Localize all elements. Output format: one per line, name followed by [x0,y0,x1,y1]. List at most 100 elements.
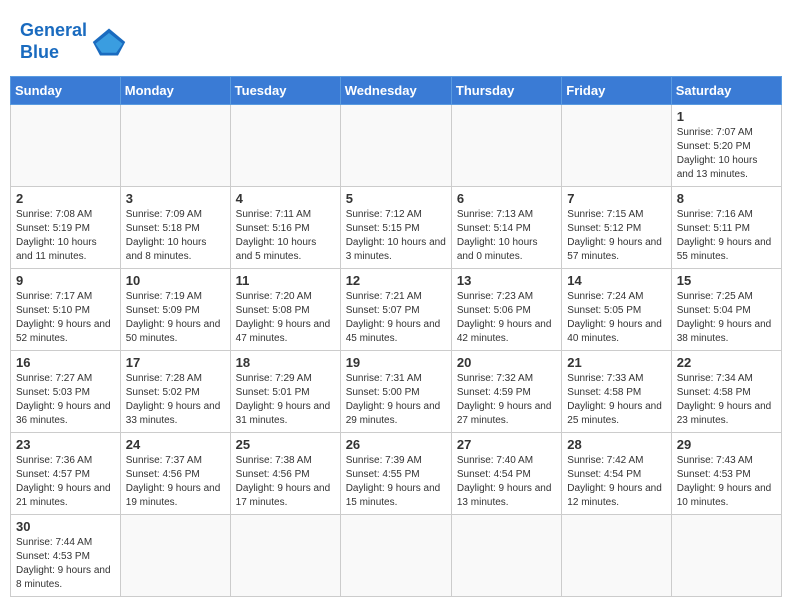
weekday-header-friday: Friday [562,77,671,105]
day-info: Sunrise: 7:12 AM Sunset: 5:15 PM Dayligh… [346,208,446,264]
calendar-cell: 11 Sunrise: 7:20 AM Sunset: 5:08 PM Dayli… [230,269,340,351]
day-info: Sunrise: 7:39 AM Sunset: 4:55 PM Dayligh… [346,454,446,510]
day-info: Sunrise: 7:38 AM Sunset: 4:56 PM Dayligh… [236,454,335,510]
logo-general: General [20,20,87,40]
day-info: Sunrise: 7:20 AM Sunset: 5:08 PM Dayligh… [236,290,335,346]
calendar-week-4: 16 Sunrise: 7:27 AM Sunset: 5:03 PM Dayli… [11,351,782,433]
calendar-week-2: 2 Sunrise: 7:08 AM Sunset: 5:19 PM Daylig… [11,187,782,269]
day-info: Sunrise: 7:43 AM Sunset: 4:53 PM Dayligh… [677,454,776,510]
day-number: 27 [457,437,556,452]
day-info: Sunrise: 7:27 AM Sunset: 5:03 PM Dayligh… [16,372,115,428]
day-number: 2 [16,191,115,206]
weekday-header-saturday: Saturday [671,77,781,105]
day-info: Sunrise: 7:19 AM Sunset: 5:09 PM Dayligh… [126,290,225,346]
calendar-cell: 25 Sunrise: 7:38 AM Sunset: 4:56 PM Dayli… [230,433,340,515]
day-number: 8 [677,191,776,206]
day-info: Sunrise: 7:37 AM Sunset: 4:56 PM Dayligh… [126,454,225,510]
day-info: Sunrise: 7:09 AM Sunset: 5:18 PM Dayligh… [126,208,225,264]
day-number: 29 [677,437,776,452]
day-number: 4 [236,191,335,206]
day-info: Sunrise: 7:42 AM Sunset: 4:54 PM Dayligh… [567,454,665,510]
day-info: Sunrise: 7:08 AM Sunset: 5:19 PM Dayligh… [16,208,115,264]
calendar-cell: 3 Sunrise: 7:09 AM Sunset: 5:18 PM Daylig… [120,187,230,269]
day-number: 14 [567,273,665,288]
day-number: 19 [346,355,446,370]
day-info: Sunrise: 7:36 AM Sunset: 4:57 PM Dayligh… [16,454,115,510]
weekday-header-monday: Monday [120,77,230,105]
day-number: 6 [457,191,556,206]
day-number: 15 [677,273,776,288]
calendar-cell: 17Sunrise: 7:28 AM Sunset: 5:02 PM Dayli… [120,351,230,433]
calendar-cell [671,515,781,597]
day-number: 5 [346,191,446,206]
logo-text: General Blue [20,20,87,63]
day-number: 7 [567,191,665,206]
day-number: 24 [126,437,225,452]
calendar-cell: 29 Sunrise: 7:43 AM Sunset: 4:53 PM Dayli… [671,433,781,515]
day-info: Sunrise: 7:32 AM Sunset: 4:59 PM Dayligh… [457,372,556,428]
calendar-cell: 9Sunrise: 7:17 AM Sunset: 5:10 PM Daylig… [11,269,121,351]
day-info: Sunrise: 7:15 AM Sunset: 5:12 PM Dayligh… [567,208,665,264]
calendar-week-6: 30 Sunrise: 7:44 AM Sunset: 4:53 PM Dayli… [11,515,782,597]
calendar-cell [562,515,671,597]
calendar-week-5: 23 Sunrise: 7:36 AM Sunset: 4:57 PM Dayli… [11,433,782,515]
calendar-cell: 22Sunrise: 7:34 AM Sunset: 4:58 PM Dayli… [671,351,781,433]
day-info: Sunrise: 7:24 AM Sunset: 5:05 PM Dayligh… [567,290,665,346]
day-number: 28 [567,437,665,452]
day-info: Sunrise: 7:29 AM Sunset: 5:01 PM Dayligh… [236,372,335,428]
calendar-cell: 16 Sunrise: 7:27 AM Sunset: 5:03 PM Dayli… [11,351,121,433]
day-number: 21 [567,355,665,370]
day-number: 20 [457,355,556,370]
calendar-cell: 1Sunrise: 7:07 AM Sunset: 5:20 PM Daylig… [671,105,781,187]
calendar-cell [120,515,230,597]
calendar-cell: 30 Sunrise: 7:44 AM Sunset: 4:53 PM Dayli… [11,515,121,597]
day-info: Sunrise: 7:17 AM Sunset: 5:10 PM Dayligh… [16,290,115,346]
calendar-cell: 8 Sunrise: 7:16 AM Sunset: 5:11 PM Daylig… [671,187,781,269]
weekday-header-sunday: Sunday [11,77,121,105]
day-info: Sunrise: 7:31 AM Sunset: 5:00 PM Dayligh… [346,372,446,428]
logo: General Blue [20,20,127,63]
day-number: 13 [457,273,556,288]
calendar-cell: 21Sunrise: 7:33 AM Sunset: 4:58 PM Dayli… [562,351,671,433]
calendar-cell [230,515,340,597]
calendar-cell: 28 Sunrise: 7:42 AM Sunset: 4:54 PM Dayli… [562,433,671,515]
day-number: 26 [346,437,446,452]
day-number: 11 [236,273,335,288]
calendar-cell: 5 Sunrise: 7:12 AM Sunset: 5:15 PM Daylig… [340,187,451,269]
day-info: Sunrise: 7:34 AM Sunset: 4:58 PM Dayligh… [677,372,776,428]
day-number: 16 [16,355,115,370]
day-info: Sunrise: 7:11 AM Sunset: 5:16 PM Dayligh… [236,208,335,264]
day-number: 30 [16,519,115,534]
weekday-header-thursday: Thursday [451,77,561,105]
calendar-cell: 19 Sunrise: 7:31 AM Sunset: 5:00 PM Dayli… [340,351,451,433]
day-number: 25 [236,437,335,452]
day-number: 23 [16,437,115,452]
day-info: Sunrise: 7:07 AM Sunset: 5:20 PM Dayligh… [677,126,776,182]
calendar-cell [230,105,340,187]
day-info: Sunrise: 7:21 AM Sunset: 5:07 PM Dayligh… [346,290,446,346]
calendar-cell [120,105,230,187]
calendar-cell: 2 Sunrise: 7:08 AM Sunset: 5:19 PM Daylig… [11,187,121,269]
weekday-header-tuesday: Tuesday [230,77,340,105]
day-info: Sunrise: 7:16 AM Sunset: 5:11 PM Dayligh… [677,208,776,264]
calendar-week-3: 9Sunrise: 7:17 AM Sunset: 5:10 PM Daylig… [11,269,782,351]
calendar-cell: 14 Sunrise: 7:24 AM Sunset: 5:05 PM Dayli… [562,269,671,351]
calendar-cell: 23 Sunrise: 7:36 AM Sunset: 4:57 PM Dayli… [11,433,121,515]
calendar-cell: 24 Sunrise: 7:37 AM Sunset: 4:56 PM Dayli… [120,433,230,515]
day-info: Sunrise: 7:44 AM Sunset: 4:53 PM Dayligh… [16,536,115,592]
calendar-cell: 13Sunrise: 7:23 AM Sunset: 5:06 PM Dayli… [451,269,561,351]
day-info: Sunrise: 7:28 AM Sunset: 5:02 PM Dayligh… [126,372,225,428]
calendar-cell: 6Sunrise: 7:13 AM Sunset: 5:14 PM Daylig… [451,187,561,269]
day-number: 3 [126,191,225,206]
calendar-cell: 26 Sunrise: 7:39 AM Sunset: 4:55 PM Dayli… [340,433,451,515]
calendar-cell [562,105,671,187]
header: General Blue [10,10,782,68]
calendar-cell [11,105,121,187]
calendar-cell [340,105,451,187]
calendar-cell [451,105,561,187]
logo-blue: Blue [20,42,59,62]
calendar-cell: 10Sunrise: 7:19 AM Sunset: 5:09 PM Dayli… [120,269,230,351]
weekday-header-row: SundayMondayTuesdayWednesdayThursdayFrid… [11,77,782,105]
calendar-cell: 20 Sunrise: 7:32 AM Sunset: 4:59 PM Dayli… [451,351,561,433]
day-number: 18 [236,355,335,370]
